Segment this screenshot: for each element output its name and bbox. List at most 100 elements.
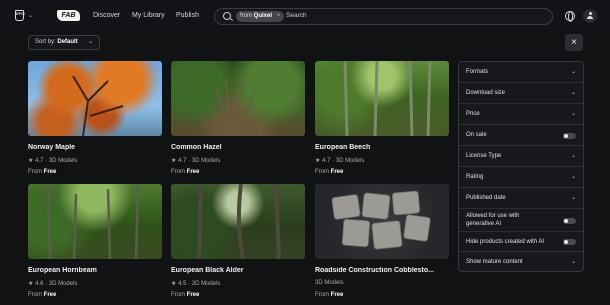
hornbeam-trunks-graphic <box>46 184 140 259</box>
price-prefix: From <box>315 292 329 298</box>
product-title[interactable]: European Hornbeam <box>28 267 162 274</box>
product-title[interactable]: Roadside Construction Cobblesto... <box>315 267 449 274</box>
chevron-down-icon: ⌄ <box>570 111 576 117</box>
filter-label: Price <box>466 111 480 117</box>
product-thumbnail[interactable] <box>315 61 449 136</box>
filter-rating[interactable]: Rating ⌄ <box>459 167 583 188</box>
price-prefix: From <box>28 169 42 175</box>
search-input[interactable]: Search <box>286 12 307 19</box>
product-card[interactable]: Roadside Construction Cobblesto... 3D Mo… <box>315 184 449 298</box>
product-price: From Free <box>171 169 199 175</box>
chip-value: Quixel <box>253 13 273 19</box>
tree-branches-graphic <box>72 75 124 136</box>
beech-trunks-graphic <box>343 61 432 136</box>
filter-label: On sale <box>466 132 487 138</box>
product-rating: 4.7 <box>35 158 44 164</box>
price-value: Free <box>43 169 57 175</box>
sort-label: Sort by: <box>35 39 56 45</box>
sort-dropdown[interactable]: Sort by: Default ⌄ <box>28 35 100 50</box>
product-category: 3D Models <box>191 158 221 164</box>
chevron-down-icon: ⌄ <box>570 69 576 75</box>
on-sale-toggle[interactable] <box>563 133 576 139</box>
filter-mature-content[interactable]: Show mature content ⌄ <box>459 252 583 271</box>
filter-formats[interactable]: Formats ⌄ <box>459 62 583 83</box>
filter-label: Formats <box>466 69 489 75</box>
fab-logo[interactable]: FAB <box>57 10 80 21</box>
product-meta: 3D Models <box>315 280 344 286</box>
product-thumbnail[interactable] <box>171 184 305 259</box>
chevron-down-icon: ⌄ <box>87 39 93 45</box>
product-meta: ★ 4.5 · 3D Models <box>171 281 221 287</box>
filter-label: Rating <box>466 174 484 180</box>
remove-chip-icon[interactable]: × <box>277 13 281 19</box>
filter-label: Download size <box>466 90 506 96</box>
filter-license-type[interactable]: License Type ⌄ <box>459 146 583 167</box>
product-thumbnail[interactable] <box>315 184 449 259</box>
star-icon: ★ <box>171 158 177 164</box>
product-title[interactable]: Norway Maple <box>28 144 162 151</box>
filter-on-sale: On sale <box>459 125 583 146</box>
price-value: Free <box>186 169 200 175</box>
close-filters-button[interactable]: × <box>565 34 583 51</box>
product-card[interactable]: European Black Alder ★ 4.5 · 3D Models F… <box>171 184 305 298</box>
product-rating: 4.6 <box>35 281 44 287</box>
price-value: Free <box>186 292 200 298</box>
price-prefix: From <box>28 292 42 298</box>
chevron-down-icon[interactable]: ⌄ <box>28 12 33 19</box>
price-value: Free <box>43 292 57 298</box>
filter-download-size[interactable]: Download size ⌄ <box>459 83 583 104</box>
product-thumbnail[interactable] <box>28 61 162 136</box>
price-prefix: From <box>171 292 185 298</box>
product-category: 3D Models <box>48 158 78 164</box>
nav-publish[interactable]: Publish <box>176 12 199 19</box>
hide-ai-toggle[interactable] <box>563 239 576 245</box>
product-category: 3D Models <box>48 281 78 287</box>
product-title[interactable]: Common Hazel <box>171 144 305 151</box>
star-icon: ★ <box>315 158 321 164</box>
epic-games-logo[interactable]: EPIC <box>15 10 25 21</box>
product-card[interactable]: European Beech ★ 4.7 · 3D Models From Fr… <box>315 61 449 175</box>
product-card[interactable]: Norway Maple ★ 4.7 · 3D Models From Free <box>28 61 162 175</box>
filter-price[interactable]: Price ⌄ <box>459 104 583 125</box>
filter-published-date[interactable]: Published date ⌄ <box>459 188 583 209</box>
user-menu-button[interactable] <box>583 9 597 23</box>
product-category: 3D Models <box>315 280 344 286</box>
chip-prefix: from <box>240 13 252 19</box>
product-rating: 4.7 <box>178 158 187 164</box>
search-bar[interactable]: from Quixel × Search <box>214 8 553 25</box>
hazel-stems-graphic <box>215 75 257 136</box>
product-category: 3D Models <box>335 158 365 164</box>
star-icon: ★ <box>171 281 177 287</box>
price-prefix: From <box>171 169 185 175</box>
product-rating: 4.5 <box>178 281 187 287</box>
chevron-down-icon: ⌄ <box>570 90 576 96</box>
sort-value: Default <box>57 39 78 45</box>
nav-discover[interactable]: Discover <box>93 12 120 19</box>
search-icon <box>223 12 231 20</box>
product-card[interactable]: European Hornbeam ★ 4.6 · 3D Models From… <box>28 184 162 298</box>
cobblestones-graphic <box>331 190 431 250</box>
product-rating: 4.7 <box>322 158 331 164</box>
filter-label: Show mature content <box>466 259 523 265</box>
alder-trunks-graphic <box>197 184 281 259</box>
product-title[interactable]: European Black Alder <box>171 267 305 274</box>
product-thumbnail[interactable] <box>28 184 162 259</box>
product-meta: ★ 4.7 · 3D Models <box>171 158 221 164</box>
user-icon <box>587 12 593 20</box>
product-price: From Free <box>315 292 343 298</box>
seller-filter-chip[interactable]: from Quixel × <box>236 11 285 22</box>
product-title[interactable]: European Beech <box>315 144 449 151</box>
filter-label: Published date <box>466 195 506 201</box>
product-card[interactable]: Common Hazel ★ 4.7 · 3D Models From Free <box>171 61 305 175</box>
nav-my-library[interactable]: My Library <box>132 12 165 19</box>
chevron-down-icon: ⌄ <box>570 174 576 180</box>
globe-icon[interactable] <box>565 11 575 22</box>
star-icon: ★ <box>28 281 34 287</box>
product-thumbnail[interactable] <box>171 61 305 136</box>
price-value: Free <box>330 169 344 175</box>
top-bar: EPIC ⌄ FAB Discover My Library Publish f… <box>0 0 610 32</box>
filters-panel: Formats ⌄ Download size ⌄ Price ⌄ On sal… <box>458 61 584 272</box>
product-meta: ★ 4.6 · 3D Models <box>28 281 78 287</box>
generative-ai-toggle[interactable] <box>563 218 576 224</box>
chevron-down-icon: ⌄ <box>570 153 576 159</box>
